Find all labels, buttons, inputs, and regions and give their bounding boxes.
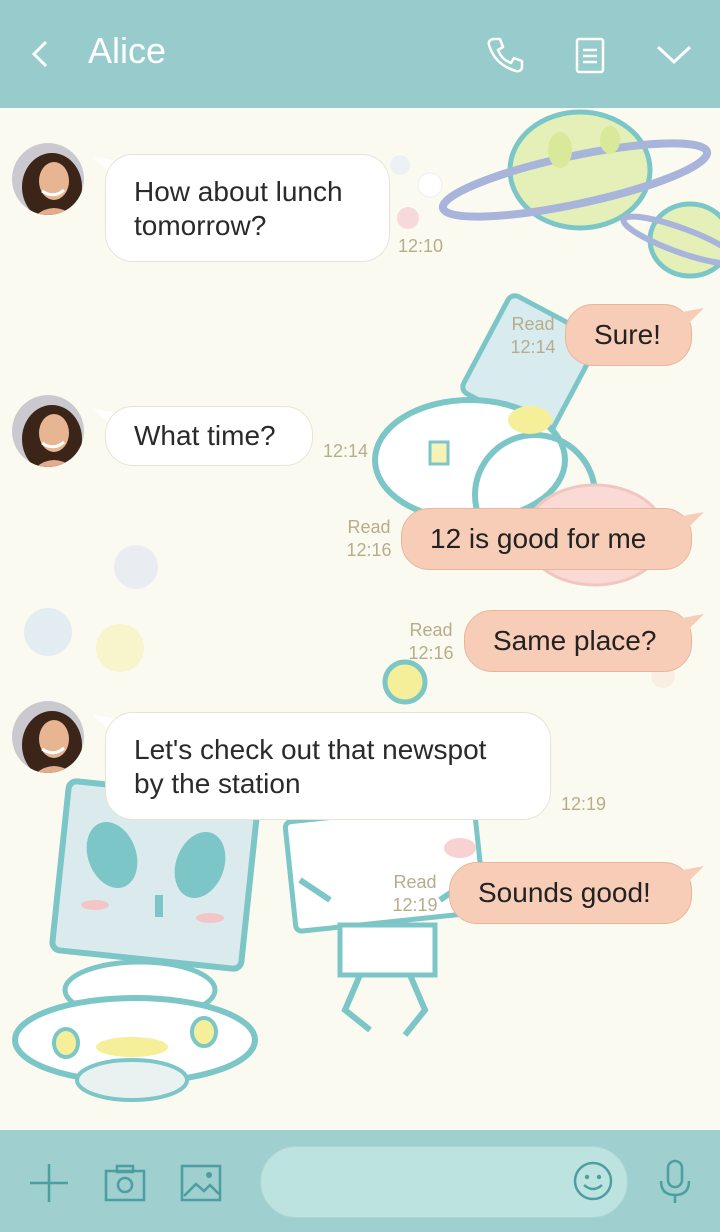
message-bubble[interactable]: 12 is good for me [401, 508, 692, 570]
message-read-status: Read 12:16 [406, 619, 456, 665]
message-read-status: Read 12:19 [390, 871, 440, 917]
message-bubble[interactable]: How about lunch tomorrow? [105, 154, 390, 262]
notes-icon [575, 37, 605, 74]
message-text-line: by the station [134, 768, 301, 799]
call-button[interactable] [484, 34, 526, 76]
message-time: 12:10 [398, 236, 444, 256]
notes-button[interactable] [568, 34, 612, 78]
camera-button[interactable] [102, 1162, 148, 1204]
bubble-tail [682, 512, 704, 530]
message-bubble[interactable]: Same place? [464, 610, 692, 672]
ufo-illustration [12, 959, 258, 1102]
menu-dropdown-button[interactable] [652, 36, 696, 72]
bubble-tail [682, 308, 704, 326]
message-time: 12:16 [408, 643, 454, 663]
chevron-down-icon [656, 45, 692, 65]
message-text-line: tomorrow? [134, 210, 267, 241]
contact-avatar[interactable] [12, 143, 84, 215]
microphone-icon [659, 1159, 691, 1203]
bubble-tail [682, 614, 704, 632]
message-text-line: Let's check out that newspot [134, 734, 487, 765]
chat-screen: Alice How about lunch tomorrow? 12:10 Re… [0, 0, 720, 1232]
alien-figure-illustration [282, 800, 488, 1037]
phone-icon [487, 37, 524, 73]
chat-title: Alice [88, 30, 167, 71]
message-time: 12:19 [392, 895, 438, 915]
message-read-status: Read 12:14 [508, 313, 558, 359]
contact-avatar[interactable] [12, 395, 84, 467]
bubble-tail [682, 866, 704, 884]
chevron-left-icon [31, 40, 48, 68]
message-text-line: What time? [134, 420, 276, 451]
message-text-line: How about lunch [134, 176, 343, 207]
plus-icon [30, 1164, 68, 1202]
read-label: Read [347, 517, 391, 537]
message-composer [0, 1130, 720, 1232]
read-label: Read [409, 620, 453, 640]
camera-icon [104, 1164, 146, 1202]
add-button[interactable] [26, 1160, 72, 1206]
chat-header: Alice [0, 0, 720, 108]
message-bubble[interactable]: Sure! [565, 304, 692, 366]
message-time: 12:14 [510, 337, 556, 357]
message-bubble[interactable]: Let's check out that newspot by the stat… [105, 712, 551, 820]
voice-button[interactable] [652, 1158, 698, 1206]
emoji-icon [573, 1161, 613, 1201]
contact-avatar[interactable] [12, 701, 84, 773]
back-button[interactable] [20, 34, 60, 74]
message-time: 12:19 [561, 794, 607, 814]
message-time: 12:14 [323, 441, 369, 461]
image-icon [180, 1164, 222, 1202]
message-bubble[interactable]: What time? [105, 406, 313, 466]
read-label: Read [393, 872, 437, 892]
message-time: 12:16 [346, 540, 392, 560]
gallery-button[interactable] [178, 1162, 224, 1204]
message-read-status: Read 12:16 [344, 516, 394, 562]
message-bubble[interactable]: Sounds good! [449, 862, 692, 924]
read-label: Read [511, 314, 555, 334]
emoji-button[interactable] [570, 1158, 616, 1204]
